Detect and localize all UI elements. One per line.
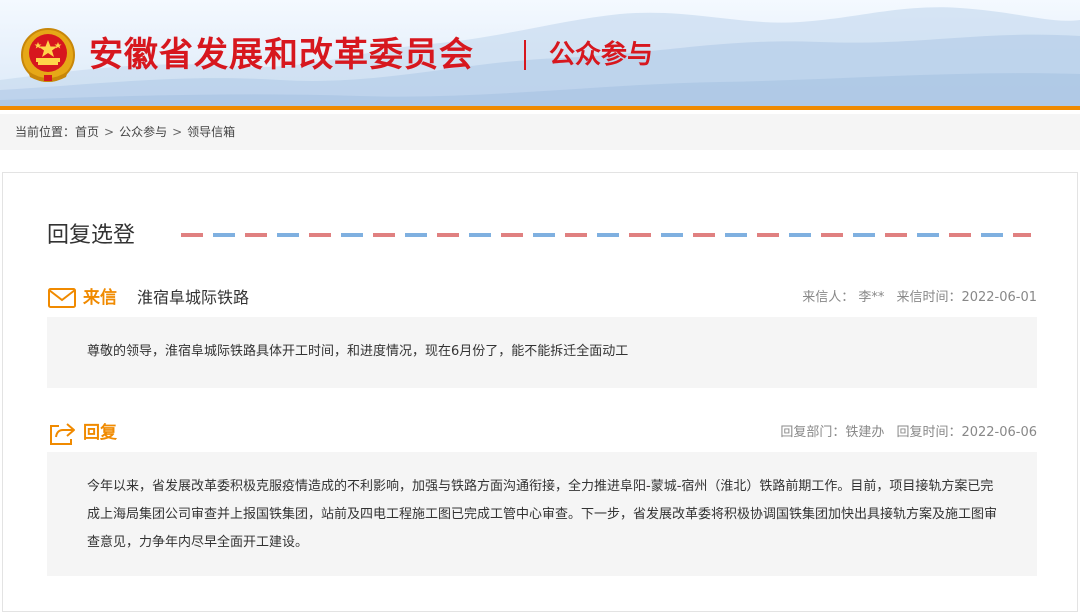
section-title[interactable]: 公众参与 bbox=[549, 38, 653, 72]
breadcrumb-separator: > bbox=[104, 125, 115, 139]
site-title[interactable]: 安徽省发展和改革委员会 bbox=[89, 34, 474, 76]
share-reply-icon bbox=[50, 423, 75, 445]
letter-meta: 来信人： 李** 来信时间：2022-06-01 bbox=[790, 285, 1037, 311]
breadcrumb-public-participation[interactable]: 公众参与 bbox=[119, 125, 167, 139]
letter-subject: 淮宿阜城际铁路 bbox=[137, 288, 250, 307]
letter-time: 来信时间：2022-06-01 bbox=[896, 290, 1037, 305]
reply-label: 回复 bbox=[83, 423, 117, 443]
breadcrumb-leader-mailbox[interactable]: 领导信箱 bbox=[187, 125, 235, 139]
breadcrumb-home[interactable]: 首页 bbox=[75, 125, 99, 139]
reply-time: 回复时间：2022-06-06 bbox=[896, 425, 1037, 440]
reply-meta: 回复部门：铁建办 回复时间：2022-06-06 bbox=[768, 420, 1037, 446]
reply-department: 回复部门：铁建办 bbox=[780, 425, 885, 440]
airmail-divider bbox=[181, 233, 1031, 237]
breadcrumb-prefix: 当前位置： bbox=[15, 125, 76, 139]
page-title: 回复选登 bbox=[47, 223, 136, 248]
header-accent-line bbox=[0, 106, 1080, 110]
breadcrumb-separator: > bbox=[172, 125, 183, 139]
site-header: 安徽省发展和改革委员会 公众参与 bbox=[0, 0, 1080, 110]
content-panel: 回复选登 来信 淮宿阜城际铁路 来信人： 李** 来信时间：2022-06-01 … bbox=[2, 172, 1078, 612]
letter-sender: 来信人： 李** bbox=[802, 290, 885, 305]
national-emblem-icon bbox=[21, 28, 75, 82]
title-divider bbox=[524, 40, 526, 70]
reply-header: 回复 回复部门：铁建办 回复时间：2022-06-06 bbox=[47, 418, 1037, 448]
letter-header: 来信 淮宿阜城际铁路 来信人： 李** 来信时间：2022-06-01 bbox=[47, 283, 1037, 313]
reply-body: 今年以来，省发展改革委积极克服疫情造成的不利影响，加强与铁路方面沟通衔接，全力推… bbox=[47, 452, 1037, 576]
letter-body: 尊敬的领导，淮宿阜城际铁路具体开工时间，和进度情况，现在6月份了，能不能拆迁全面… bbox=[47, 317, 1037, 388]
breadcrumb: 当前位置：首页 > 公众参与 > 领导信箱 bbox=[0, 114, 1080, 150]
letter-label: 来信 bbox=[83, 288, 117, 308]
envelope-icon bbox=[48, 288, 76, 308]
